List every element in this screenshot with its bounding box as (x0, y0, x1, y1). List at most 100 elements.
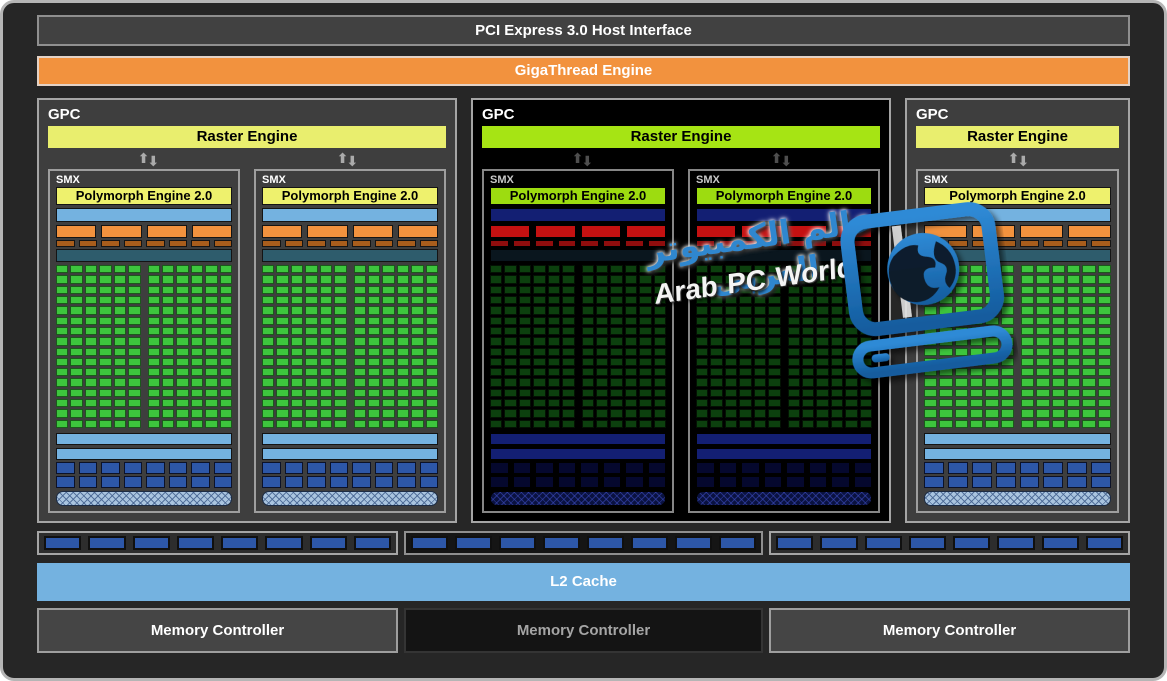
cuda-core (70, 399, 82, 407)
cuda-core (582, 358, 594, 366)
cuda-core (205, 399, 217, 407)
cuda-core (860, 327, 872, 335)
cuda-core (562, 337, 574, 345)
cuda-core (320, 409, 332, 417)
cuda-core (426, 378, 438, 386)
cuda-core (276, 368, 288, 376)
cuda-core (411, 389, 423, 397)
cuda-core (739, 389, 751, 397)
cuda-core (382, 286, 394, 294)
load-store-block (1067, 462, 1087, 474)
load-store-block (214, 462, 233, 474)
cuda-core (176, 409, 188, 417)
cuda-core (816, 378, 828, 386)
scheduler-block (307, 225, 347, 238)
load-store-block (262, 462, 281, 474)
cuda-core-grid-left (262, 265, 347, 428)
scheduler-block (581, 225, 621, 238)
cuda-core (788, 296, 800, 304)
cuda-core (725, 265, 737, 273)
cuda-core (1098, 409, 1111, 417)
cuda-core (860, 368, 872, 376)
cuda-core (305, 265, 317, 273)
cuda-core (654, 296, 666, 304)
cuda-core (382, 348, 394, 356)
cuda-core (162, 265, 174, 273)
cuda-core (955, 265, 968, 273)
load-store-block (375, 476, 394, 488)
texture-cache-pill (696, 491, 872, 506)
cuda-core (368, 389, 380, 397)
cuda-core (426, 348, 438, 356)
cuda-core (1052, 368, 1065, 376)
cuda-core (754, 399, 766, 407)
cuda-core (548, 286, 560, 294)
cuda-core (1001, 296, 1014, 304)
cuda-core (276, 337, 288, 345)
raster-smx-arrows: ⬆⬇ (916, 148, 1119, 169)
cuda-core (368, 399, 380, 407)
cuda-core (1001, 265, 1014, 273)
cuda-core (860, 389, 872, 397)
cuda-core (220, 348, 232, 356)
cuda-core (696, 296, 708, 304)
cuda-core (490, 368, 502, 376)
cuda-core (176, 265, 188, 273)
cuda-core (1001, 368, 1014, 376)
cuda-core (128, 275, 140, 283)
texture-cache-pill (56, 491, 232, 506)
cuda-core (56, 296, 68, 304)
cuda-core (696, 327, 708, 335)
cuda-core (334, 399, 346, 407)
scheduler-block (398, 225, 438, 238)
cuda-core (1067, 296, 1080, 304)
cuda-core (639, 409, 651, 417)
cuda-core (845, 389, 857, 397)
cuda-core (382, 378, 394, 386)
cuda-core (262, 389, 274, 397)
cuda-core (320, 420, 332, 428)
cuda-core (596, 317, 608, 325)
rop-block (221, 536, 258, 550)
cuda-core (70, 327, 82, 335)
cuda-core (205, 368, 217, 376)
up-arrow-icon: ⬆ (138, 150, 148, 166)
cuda-core (754, 409, 766, 417)
cuda-core (56, 368, 68, 376)
cuda-core (696, 389, 708, 397)
load-store-row-2 (490, 476, 666, 488)
cuda-core (582, 296, 594, 304)
cuda-core (382, 358, 394, 366)
cuda-core (1098, 337, 1111, 345)
cuda-core (411, 368, 423, 376)
cuda-core (768, 337, 780, 345)
cuda-core (191, 378, 203, 386)
cuda-core (802, 286, 814, 294)
cuda-core (320, 337, 332, 345)
cuda-core (596, 286, 608, 294)
cuda-core (176, 348, 188, 356)
cuda-core (519, 296, 531, 304)
cuda-core (654, 368, 666, 376)
cuda-core (582, 306, 594, 314)
cuda-core (768, 389, 780, 397)
cuda-core (354, 296, 366, 304)
cuda-core (533, 348, 545, 356)
smx-row: SMX Polymorph Engine 2.0 SMX Polymorph E… (48, 169, 446, 513)
cuda-core (654, 348, 666, 356)
cuda-core (191, 389, 203, 397)
texture-cache-pill (490, 491, 666, 506)
cuda-core (562, 420, 574, 428)
cuda-core (1052, 409, 1065, 417)
cuda-core (411, 378, 423, 386)
cuda-core (382, 409, 394, 417)
cuda-core (788, 420, 800, 428)
cuda-core (1001, 286, 1014, 294)
cuda-core (490, 265, 502, 273)
cuda-core (970, 286, 983, 294)
cuda-core (696, 286, 708, 294)
load-store-row-2 (924, 476, 1111, 488)
cuda-core (426, 296, 438, 304)
cuda-core (70, 389, 82, 397)
cuda-core (291, 327, 303, 335)
